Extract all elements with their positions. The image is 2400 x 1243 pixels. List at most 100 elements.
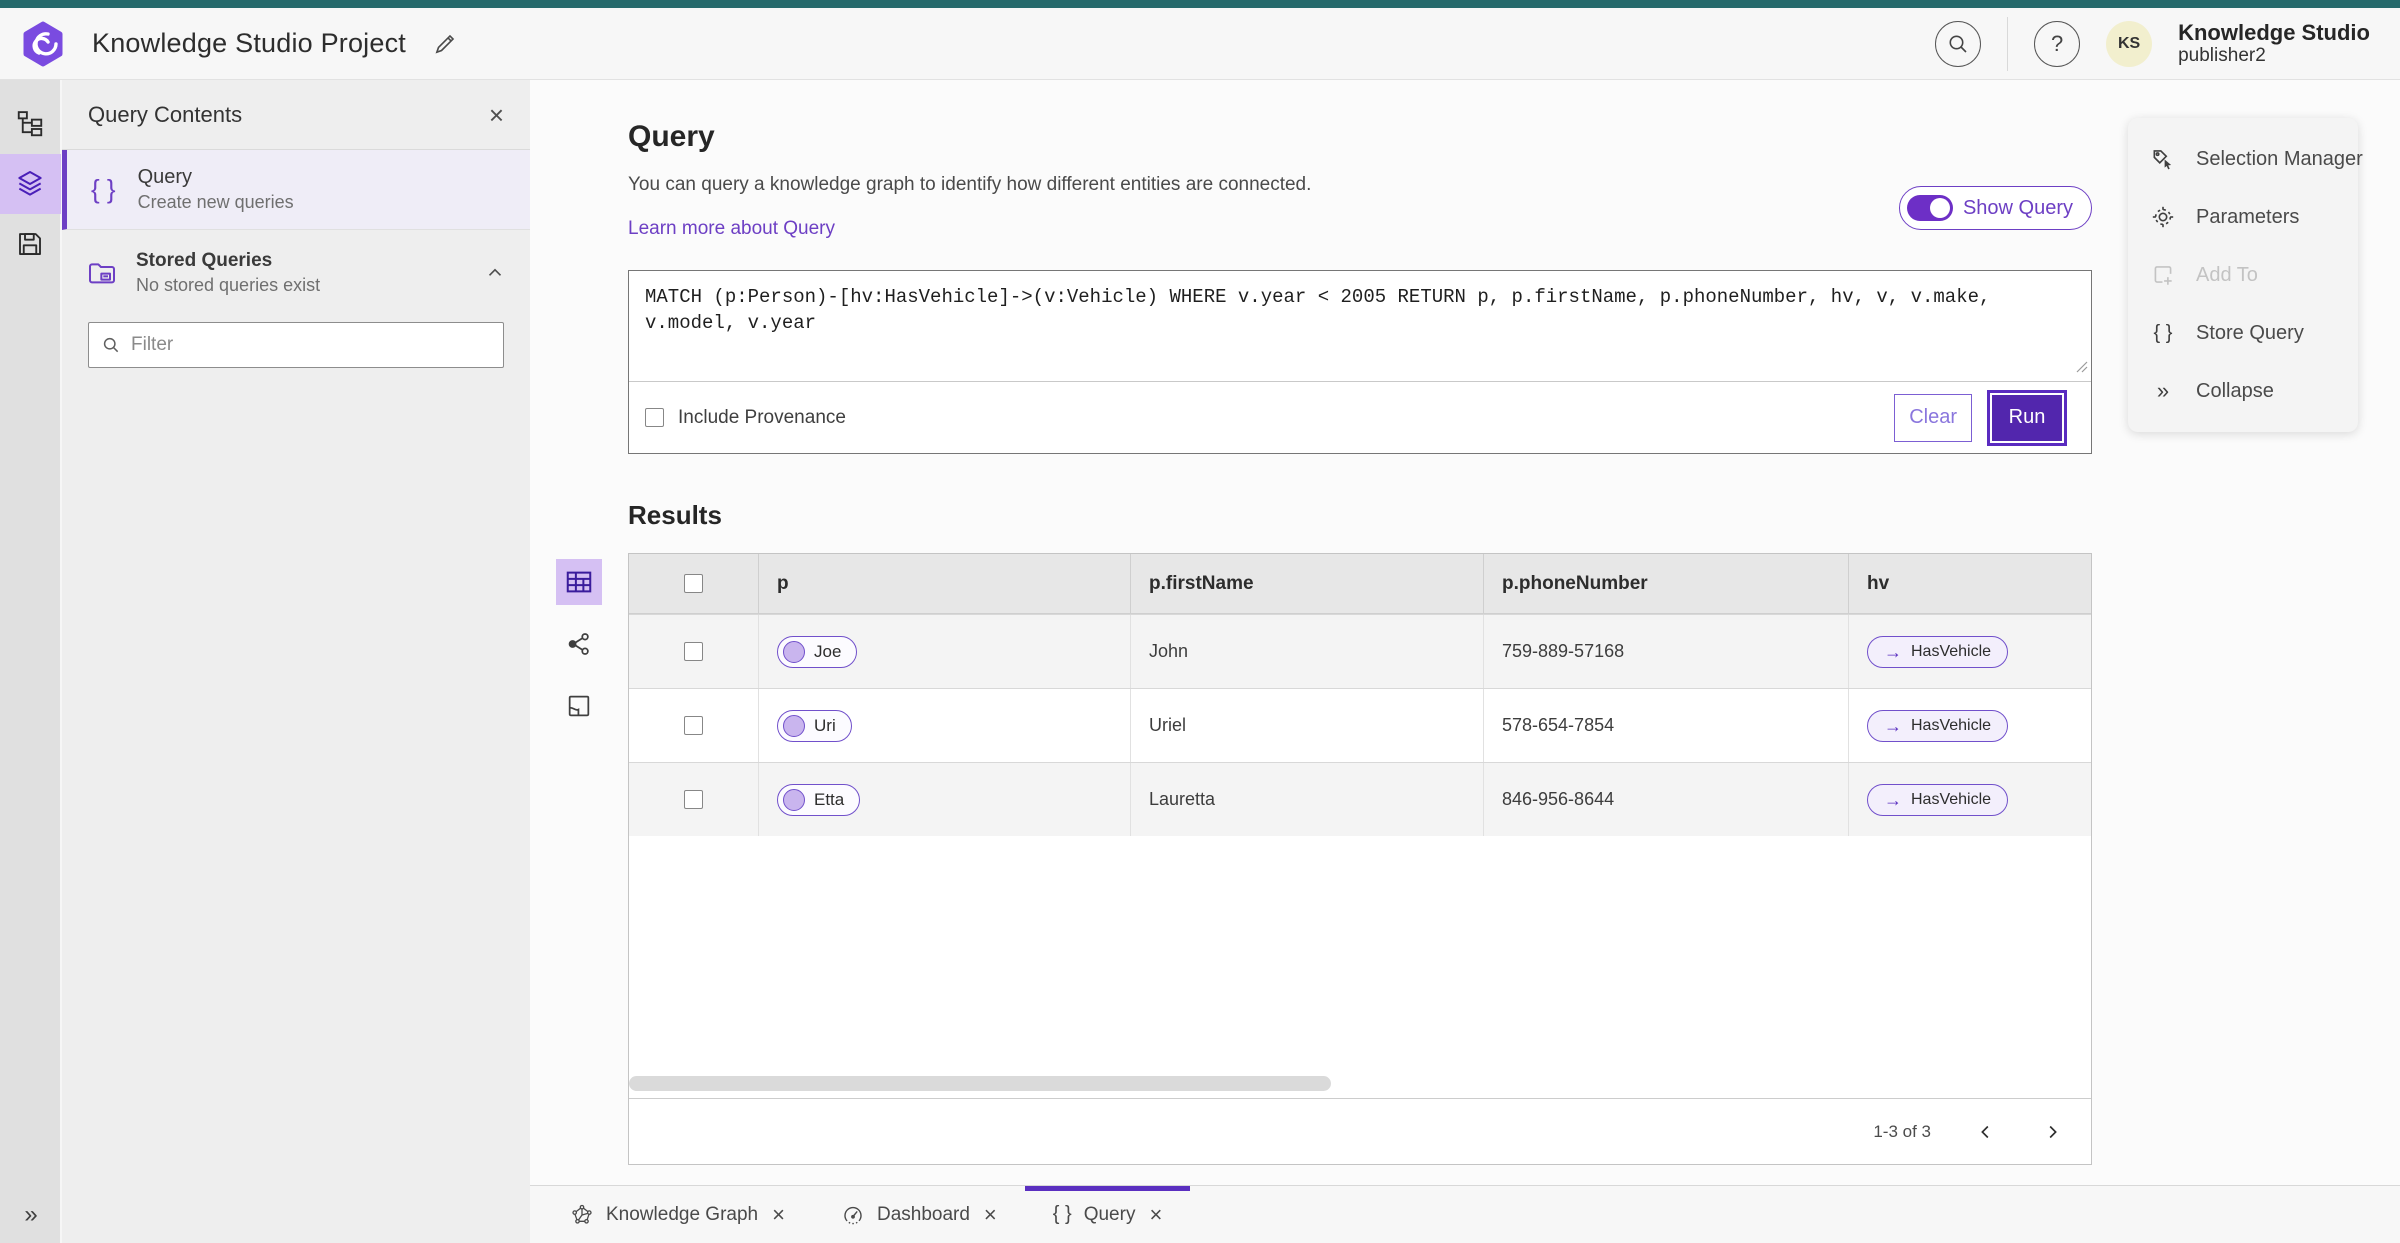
entity-label: Uri [814,715,836,735]
selection-manager-icon [2150,146,2176,172]
top-accent-strip [0,0,2400,8]
hierarchy-icon[interactable] [0,94,61,154]
column-header-hv[interactable]: hv [1849,554,2091,613]
close-icon[interactable]: × [1149,1203,1162,1226]
learn-more-link[interactable]: Learn more about Query [628,218,835,240]
run-button[interactable]: Run [1992,394,2062,441]
dashboard-gauge-icon [841,1203,865,1227]
menu-item-collapse[interactable]: » Collapse [2128,362,2358,420]
tab-label: Dashboard [876,1203,970,1225]
close-icon[interactable]: × [489,102,504,128]
avatar[interactable]: KS [2106,20,2153,67]
column-header-firstname[interactable]: p.firstName [1131,554,1484,613]
menu-item-selection-manager[interactable]: Selection Manager [2128,130,2363,188]
arrow-right-icon: → [1884,715,1902,736]
filter-input[interactable] [131,334,491,356]
chevron-right-icon[interactable] [2041,1121,2063,1143]
row-checkbox[interactable] [684,790,703,809]
stored-queries-subtitle: No stored queries exist [136,275,321,295]
close-icon[interactable]: × [772,1203,785,1226]
menu-item-store-query[interactable]: { } Store Query [2128,304,2358,362]
tab-query[interactable]: { } Query × [1025,1186,1191,1243]
edge-label: HasVehicle [1911,642,1992,660]
tab-dashboard[interactable]: Dashboard × [813,1186,1025,1243]
layers-icon[interactable] [0,154,61,214]
save-icon[interactable] [0,214,61,274]
tab-label: Knowledge Graph [606,1203,759,1225]
cell-firstname: John [1149,641,1189,661]
query-form: MATCH (p:Person)-[hv:HasVehicle]->(v:Veh… [628,270,2092,454]
column-header-p[interactable]: p [759,554,1131,613]
table-pagination: 1-3 of 3 [629,1098,2091,1164]
show-query-label: Show Query [1962,196,2073,219]
app-logo-icon[interactable] [20,21,66,67]
row-checkbox[interactable] [684,642,703,661]
horizontal-scrollbar [629,1072,2091,1098]
project-title: Knowledge Studio Project [92,28,406,58]
cell-phonenumber: 578-654-7854 [1502,715,1615,735]
row-checkbox[interactable] [684,716,703,735]
scrollbar-thumb[interactable] [629,1076,1331,1091]
filter-field [88,322,504,368]
edge-pill[interactable]: → HasVehicle [1867,635,2009,668]
entity-node-pill[interactable]: Joe [777,635,858,668]
edge-label: HasVehicle [1911,790,1992,808]
select-all-checkbox[interactable] [684,574,703,593]
braces-icon: { } [91,174,116,204]
panel-title: Query Contents [88,101,243,127]
entity-node-pill[interactable]: Etta [777,783,861,816]
braces-icon: { } [1052,1203,1072,1225]
pagination-range: 1-3 of 3 [1873,1121,1931,1141]
include-provenance-checkbox[interactable] [645,408,664,427]
chevron-left-icon[interactable] [1975,1121,1997,1143]
menu-item-parameters[interactable]: Parameters [2128,188,2358,246]
column-header-phonenumber[interactable]: p.phoneNumber [1484,554,1849,613]
help-button[interactable]: ? [2034,20,2081,67]
resize-handle-icon[interactable] [2075,360,2088,378]
expand-panel-icon[interactable]: » [0,1201,62,1229]
sidebar-item-query[interactable]: { } Query Create new queries [62,150,530,230]
graph-view-icon[interactable] [556,621,602,667]
user-name: publisher2 [2178,45,2266,67]
query-editor[interactable]: MATCH (p:Person)-[hv:HasVehicle]->(v:Veh… [629,271,2091,381]
toggle-switch-icon[interactable] [1906,195,1953,221]
bottom-tab-bar: Knowledge Graph × Dashboard × { } Query … [530,1185,2400,1243]
entity-label: Etta [814,789,845,809]
app-window: Knowledge Studio Project ? KS Knowledge … [0,0,2400,1243]
tab-knowledge-graph[interactable]: Knowledge Graph × [542,1186,813,1243]
page-description: You can query a knowledge graph to ident… [628,174,1312,195]
clear-button[interactable]: Clear [1894,393,1972,442]
arrow-right-icon: → [1884,641,1902,662]
table-row: Uri Uriel 578-654-7854 → HasVehicle [629,688,2091,762]
search-icon [101,335,121,355]
stored-queries-section[interactable]: Stored Queries No stored queries exist [62,230,530,306]
tab-label: Query [1083,1203,1136,1225]
product-name: Knowledge Studio [2178,19,2370,45]
show-query-toggle[interactable]: Show Query [1898,186,2092,230]
braces-icon: { } [2153,321,2173,344]
edge-pill[interactable]: → HasVehicle [1867,783,2009,816]
table-view-icon[interactable] [556,559,602,605]
entity-node-pill[interactable]: Uri [777,709,852,742]
edge-pill[interactable]: → HasVehicle [1867,709,2009,742]
search-icon [1946,32,1970,56]
user-info[interactable]: Knowledge Studio publisher2 [2178,20,2370,67]
search-button[interactable] [1935,20,1982,67]
include-provenance-label: Include Provenance [678,406,846,428]
edit-project-name-icon[interactable] [432,31,458,57]
menu-item-label: Selection Manager [2196,147,2363,170]
gear-icon [2150,204,2176,230]
header-divider [2007,16,2009,71]
table-row: Joe John 759-889-57168 → HasVehicle [629,614,2091,688]
table-row: Etta Lauretta 846-956-8644 → HasVehicle [629,762,2091,836]
chevron-up-icon[interactable] [484,262,506,284]
main-area: Query You can query a knowledge graph to… [530,80,2400,1243]
menu-item-add-to[interactable]: Add To [2128,246,2358,304]
menu-item-label: Store Query [2196,321,2304,344]
table-header-row: p p.firstName p.phoneNumber hv [629,554,2091,614]
query-actions-menu: Selection Manager Parameters Add To {} … [2128,118,2363,432]
app-header: Knowledge Studio Project ? KS Knowledge … [0,8,2400,80]
add-to-icon [2150,262,2176,288]
close-icon[interactable]: × [984,1203,997,1226]
map-view-icon[interactable] [556,683,602,729]
